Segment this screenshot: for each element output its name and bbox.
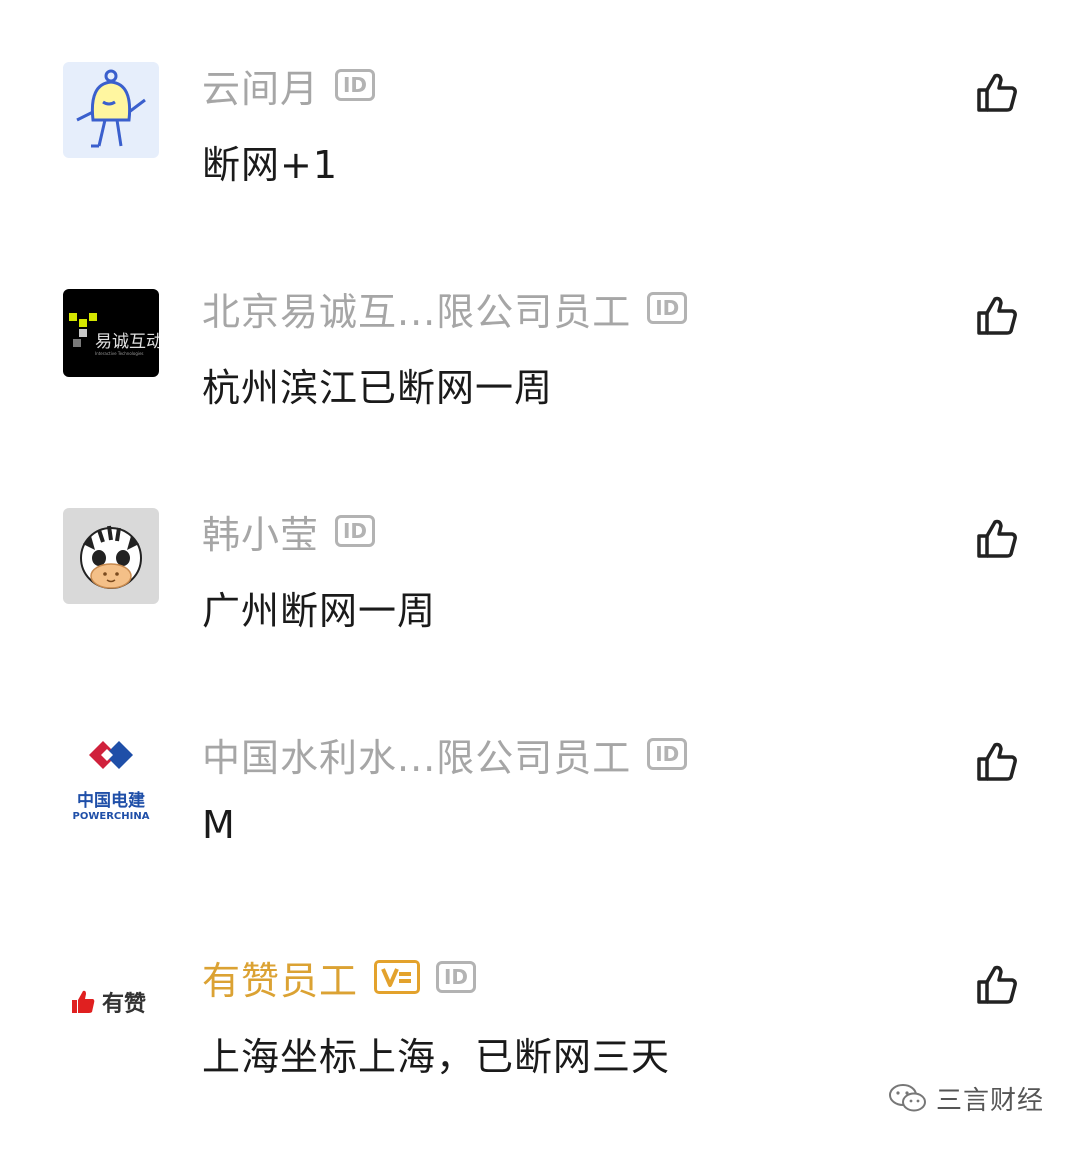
- comment-item: 易诚互动 Interactive Technologies 北京易诚互...限公…: [0, 285, 1080, 485]
- username[interactable]: 中国水利水...限公司员工: [202, 727, 631, 782]
- comment-text: 断网+1: [202, 143, 339, 187]
- id-badge-icon: ID: [647, 738, 688, 770]
- verified-v-icon: [374, 960, 421, 994]
- id-badge-icon: ID: [335, 515, 376, 547]
- id-badge-icon: ID: [436, 961, 477, 993]
- id-badge-icon: ID: [647, 292, 688, 324]
- zebra-avatar-icon: [80, 525, 142, 589]
- company-logo-icon: 易诚互动 Interactive Technologies: [69, 313, 159, 356]
- powerchina-logo-icon: 中国电建 POWERCHINA: [73, 741, 150, 822]
- svg-text:Interactive Technologies: Interactive Technologies: [95, 351, 144, 356]
- red-thumbs-up-icon: [72, 990, 95, 1013]
- name-row: 北京易诚互...限公司员工 ID: [202, 285, 688, 334]
- thumbs-up-icon[interactable]: [974, 70, 1020, 116]
- avatar[interactable]: [63, 62, 159, 158]
- svg-text:中国电建: 中国电建: [77, 790, 145, 811]
- comment-text: 上海坐标上海，已断网三天: [202, 1035, 671, 1079]
- name-row: 中国水利水...限公司员工 ID: [202, 731, 688, 780]
- thumbs-up-icon[interactable]: [974, 293, 1020, 339]
- username[interactable]: 有赞员工: [202, 950, 358, 1005]
- avatar[interactable]: 有赞: [70, 982, 146, 1022]
- comment-text: 广州断网一周: [202, 589, 437, 633]
- avatar[interactable]: 中国电建 POWERCHINA: [63, 731, 159, 827]
- avatar[interactable]: [63, 508, 159, 604]
- watermark-text: 三言财经: [936, 1085, 1045, 1116]
- comment-item: 云间月 ID 断网+1: [0, 62, 1080, 262]
- username[interactable]: 韩小莹: [202, 504, 319, 559]
- thumbs-up-icon[interactable]: [974, 516, 1020, 562]
- name-row: 有赞员工 ID: [202, 954, 477, 1003]
- comment-text: 杭州滨江已断网一周: [202, 366, 554, 410]
- name-row: 云间月 ID: [202, 62, 376, 111]
- watermark: 三言财经: [888, 1078, 1044, 1118]
- wechat-icon: [889, 1084, 926, 1112]
- avatar-label: 有赞: [102, 992, 147, 1017]
- svg-text:易诚互动: 易诚互动: [95, 332, 159, 352]
- id-badge-icon: ID: [335, 69, 376, 101]
- comment-item: 中国电建 POWERCHINA 中国水利水...限公司员工 ID M: [0, 731, 1080, 931]
- thumbs-up-icon[interactable]: [974, 962, 1020, 1008]
- cartoon-bell-avatar-icon: [76, 69, 146, 148]
- username[interactable]: 云间月: [202, 58, 319, 113]
- comment-item: 韩小莹 ID 广州断网一周: [0, 508, 1080, 708]
- thumbs-up-icon[interactable]: [974, 739, 1020, 785]
- comment-text: M: [202, 803, 236, 847]
- svg-text:POWERCHINA: POWERCHINA: [73, 811, 150, 822]
- name-row: 韩小莹 ID: [202, 508, 376, 557]
- comment-item: 有赞 有赞员工 ID 上海坐标上海，已断网三天: [0, 954, 1080, 1154]
- avatar[interactable]: 易诚互动 Interactive Technologies: [63, 289, 159, 377]
- username[interactable]: 北京易诚互...限公司员工: [202, 281, 631, 336]
